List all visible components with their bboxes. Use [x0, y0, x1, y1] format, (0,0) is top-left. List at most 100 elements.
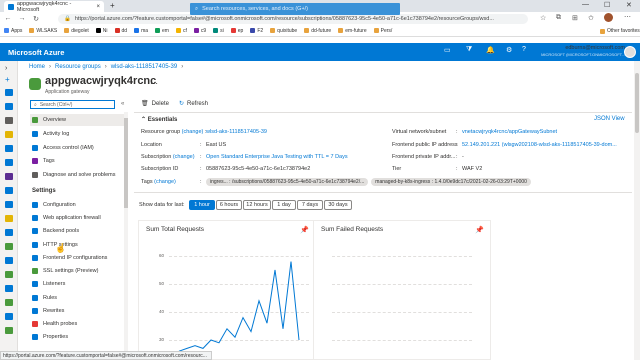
bookmark-item[interactable]: F2 [250, 28, 263, 34]
page-scrollbar[interactable] [634, 61, 640, 360]
time-option-1-hour[interactable]: 1 hour [189, 200, 215, 210]
cost-management-icon[interactable] [5, 271, 13, 278]
menu-item-iam[interactable]: Access control (IAM) [30, 142, 126, 154]
menu-item-diagnose[interactable]: Diagnose and solve problems [30, 169, 126, 181]
breadcrumb-resource-group[interactable]: wlsd-aks-1118517405-39 [111, 64, 178, 70]
bookmark-item[interactable]: em-future [338, 28, 367, 34]
pin-icon[interactable]: 📌 [475, 226, 484, 234]
menu-item-health-probes[interactable]: Health probes [30, 318, 126, 330]
menu-scrollbar-thumb[interactable] [124, 118, 128, 208]
advisor-icon[interactable] [5, 243, 13, 250]
settings-icon[interactable]: ⚙ [506, 46, 512, 54]
breadcrumb-home[interactable]: Home [29, 64, 45, 70]
bookmark-item[interactable]: Ni [95, 28, 108, 34]
favorites-icon[interactable]: ✩ [588, 14, 594, 22]
time-option-30-days[interactable]: 30 days [324, 200, 352, 210]
app-services-icon[interactable] [5, 173, 13, 180]
menu-item-overview[interactable]: Overview [30, 114, 126, 126]
change-resource-group-link[interactable]: (change) [182, 129, 204, 135]
bookmark-item[interactable]: WLSAKS [29, 28, 57, 34]
change-tags-link[interactable]: (change) [154, 179, 176, 185]
monitor-icon[interactable] [5, 229, 13, 236]
refresh-button[interactable]: ↻ Refresh [179, 100, 208, 108]
avatar[interactable] [624, 46, 636, 58]
bookmark-item[interactable]: ma [134, 28, 148, 34]
bookmark-item[interactable]: diegolet [64, 28, 89, 34]
browser-tab[interactable]: appgwacwjryqk4rcnc - Microsoft × [4, 1, 104, 13]
tag-pill[interactable]: managed-by-k8s-ingress : 1.4.0/0e9dc17c/… [371, 178, 531, 186]
new-tab-button[interactable]: + [110, 1, 115, 10]
dashboard-icon[interactable] [5, 103, 13, 110]
create-resource-icon[interactable]: + [5, 75, 10, 84]
menu-item-ssl-settings[interactable]: SSL settings (Preview) [30, 265, 126, 277]
home-icon[interactable] [5, 89, 13, 96]
help-icon[interactable]: ? [522, 46, 526, 53]
essentials-toggle[interactable]: ⌃ Essentials [141, 116, 177, 123]
minimize-icon[interactable]: — [582, 1, 589, 8]
storage-icon[interactable] [5, 215, 13, 222]
menu-item-activity-log[interactable]: Activity log [30, 128, 126, 140]
failed-requests-chart-card[interactable]: Sum Failed Requests 📌 [313, 220, 491, 360]
breadcrumb-resource-groups[interactable]: Resource groups [55, 64, 101, 70]
expand-menu-icon[interactable]: › [5, 65, 7, 72]
all-services-icon[interactable] [5, 117, 13, 124]
reload-icon[interactable]: ↻ [32, 15, 40, 23]
bookmark-item[interactable]: si [213, 28, 224, 34]
more-options-icon[interactable]: ⋯ [150, 79, 158, 88]
menu-item-listeners[interactable]: Listeners [30, 278, 126, 290]
menu-item-waf[interactable]: Web application firewall [30, 212, 126, 224]
resource-groups-icon[interactable] [5, 159, 13, 166]
address-bar[interactable]: 🔒 https://portal.azure.com/?feature.cust… [58, 14, 528, 24]
page-scrollbar-thumb[interactable] [635, 73, 639, 133]
bookmark-item[interactable]: Apps [4, 28, 22, 34]
directory-filter-icon[interactable]: ⧩ [466, 46, 472, 54]
time-option-6-hours[interactable]: 6 hours [216, 200, 242, 210]
menu-item-http-settings[interactable]: HTTP settings [30, 239, 126, 251]
extensions-icon[interactable]: ⧉ [556, 14, 561, 22]
virtual-machines-icon[interactable] [5, 201, 13, 208]
notifications-icon[interactable]: 🔔 [486, 46, 495, 54]
sql-icon[interactable] [5, 187, 13, 194]
bookmark-item[interactable]: cf [175, 28, 187, 34]
star-icon[interactable]: ☆ [540, 14, 546, 22]
menu-item-tags[interactable]: Tags [30, 155, 126, 167]
collapse-menu-icon[interactable]: « [121, 101, 124, 107]
bookmark-item[interactable]: Pers/ [373, 28, 392, 34]
menu-item-rewrites[interactable]: Rewrites [30, 305, 126, 317]
subscription-link[interactable]: Open Standard Enterprise Java Testing wi… [206, 154, 348, 160]
public-ip-link[interactable]: 52.149.201.221 (wlsgw202108-wlsd-aks-111… [462, 142, 617, 148]
close-tab-icon[interactable]: × [96, 4, 100, 10]
network-icon[interactable] [5, 313, 13, 320]
menu-item-frontend-ip[interactable]: Frontend IP configurations [30, 252, 126, 264]
bookmark-item[interactable]: dd [114, 28, 127, 34]
menu-item-rules[interactable]: Rules [30, 292, 126, 304]
close-window-icon[interactable]: ✕ [626, 1, 632, 9]
all-resources-icon[interactable] [5, 145, 13, 152]
kubernetes-icon[interactable] [5, 299, 13, 306]
forward-icon[interactable]: → [18, 15, 26, 22]
security-center-icon[interactable] [5, 257, 13, 264]
profile-avatar[interactable] [604, 13, 613, 22]
help-support-icon[interactable] [5, 285, 13, 292]
pin-icon[interactable]: 📌 [300, 226, 309, 234]
global-search[interactable]: ⌕ Search resources, services, and docs (… [190, 3, 400, 15]
menu-item-backend-pools[interactable]: Backend pools [30, 225, 126, 237]
delete-button[interactable]: 🗑 Delete [141, 100, 169, 108]
azure-brand[interactable]: Microsoft Azure [8, 48, 78, 57]
account-info[interactable]: edburns@microsoft.com MICROSOFT (MICROSO… [535, 45, 625, 58]
app-gateway-icon[interactable] [5, 327, 13, 334]
other-favorites[interactable]: Other favorites [600, 28, 640, 34]
bookmark-item[interactable]: quixitube [270, 28, 297, 34]
maximize-icon[interactable]: ☐ [604, 1, 610, 9]
time-option-1-day[interactable]: 1 day [272, 200, 296, 210]
bookmark-item[interactable]: ep [230, 28, 243, 34]
back-icon[interactable]: ← [4, 15, 12, 22]
menu-item-configuration[interactable]: Configuration [30, 199, 126, 211]
tag-pill[interactable]: ingres... : /subscriptions/05887623-95c5… [206, 178, 369, 186]
time-option-12-hours[interactable]: 12 hours [243, 200, 271, 210]
collections-icon[interactable]: ⊞ [572, 14, 578, 22]
vnet-link[interactable]: vnetacwjryqk4rcnc/appGatewaySubnet [462, 129, 557, 135]
favorites-star-icon[interactable] [5, 131, 13, 138]
bookmark-item[interactable]: em [155, 28, 169, 34]
menu-search-input[interactable]: ⌕ Search (Ctrl+/) [30, 100, 115, 109]
